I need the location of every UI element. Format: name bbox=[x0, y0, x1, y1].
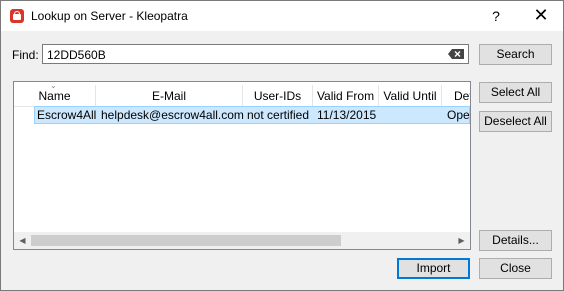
close-window-button[interactable]: ✕ bbox=[521, 1, 561, 31]
cell-email: helpdesk@escrow4all.com bbox=[101, 108, 244, 122]
window-title: Lookup on Server - Kleopatra bbox=[31, 9, 188, 23]
find-label: Find: bbox=[12, 48, 39, 62]
column-header-email[interactable]: E-Mail bbox=[96, 85, 243, 107]
find-input-value: 12DD560B bbox=[47, 48, 106, 62]
title-bar: Lookup on Server - Kleopatra ? ✕ bbox=[1, 1, 563, 31]
import-button[interactable]: Import bbox=[397, 258, 470, 279]
scroll-right-icon[interactable]: ▶ bbox=[453, 232, 470, 249]
details-button[interactable]: Details... bbox=[479, 230, 552, 251]
column-header-details[interactable]: Det bbox=[442, 85, 470, 107]
cell-user-ids: not certified bbox=[247, 108, 310, 122]
cell-valid-from: 11/13/2015 bbox=[317, 108, 377, 122]
scrollbar-thumb[interactable] bbox=[31, 235, 341, 246]
column-header-valid-until[interactable]: Valid Until bbox=[379, 85, 442, 107]
column-header-valid-from[interactable]: Valid From bbox=[313, 85, 379, 107]
close-button[interactable]: Close bbox=[479, 258, 552, 279]
table-row[interactable]: Escrow4All helpdesk@escrow4all.com not c… bbox=[34, 106, 470, 124]
scroll-left-icon[interactable]: ◀ bbox=[14, 232, 31, 249]
table-header: Name E-Mail User-IDs Valid From Valid Un… bbox=[14, 85, 470, 107]
results-list[interactable]: ⌄ Name E-Mail User-IDs Valid From Valid … bbox=[13, 81, 471, 250]
column-header-user-ids[interactable]: User-IDs bbox=[243, 85, 313, 107]
find-input[interactable]: 12DD560B bbox=[42, 44, 469, 64]
deselect-all-button[interactable]: Deselect All bbox=[479, 111, 552, 132]
kleopatra-app-icon bbox=[10, 9, 24, 23]
horizontal-scrollbar[interactable]: ◀ ▶ bbox=[14, 232, 470, 249]
clear-input-icon[interactable] bbox=[448, 49, 464, 59]
select-all-button[interactable]: Select All bbox=[479, 82, 552, 103]
lookup-dialog: Lookup on Server - Kleopatra ? ✕ Find: 1… bbox=[0, 0, 564, 291]
help-button[interactable]: ? bbox=[481, 1, 511, 31]
search-button[interactable]: Search bbox=[479, 44, 552, 65]
column-header-name[interactable]: Name bbox=[14, 85, 96, 107]
cell-name: Escrow4All bbox=[37, 108, 97, 122]
cell-details: Oper bbox=[447, 108, 470, 122]
